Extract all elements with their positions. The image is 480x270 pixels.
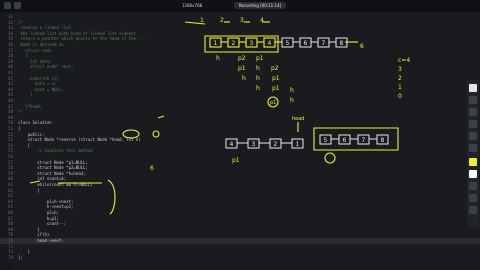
eraser-icon[interactable] [469, 108, 477, 116]
counter-1: 3 [398, 66, 402, 73]
code-annotations: 6 [29, 115, 165, 215]
label-h5: h [256, 85, 260, 92]
arrow-tool-icon[interactable] [469, 132, 477, 140]
label-p1e: p1 [270, 100, 276, 106]
p2-circle [324, 152, 336, 164]
label-p1c: p1 [272, 75, 280, 82]
settings-icon[interactable] [469, 182, 477, 190]
top-node-5-value: 5 [286, 40, 290, 47]
color-swatch-yellow[interactable] [469, 158, 477, 166]
undo-stroke-icon[interactable] [469, 194, 477, 202]
k-circle [152, 130, 160, 138]
counter-0: c=4 [398, 57, 410, 64]
top-node-8-value: 8 [340, 40, 344, 47]
top-node-4-value: 4 [268, 40, 272, 47]
counter-2: 2 [398, 75, 402, 82]
mid-node-1-value: 1 [296, 141, 300, 148]
mid-node-3-value: 3 [252, 141, 256, 148]
top-tail-label: 6 [360, 43, 364, 50]
pointer-labels: h p2 p1 p1 h p2 h h p1 h p1 p1 h h [216, 55, 294, 108]
top-num-1: 1 [200, 17, 204, 24]
label-p2b: p2 [271, 65, 279, 72]
top-num-2: 2 [220, 17, 224, 24]
mid-right-node-7-value: 7 [362, 137, 366, 144]
while-arrow [29, 180, 41, 184]
top-node-3-value: 3 [250, 40, 254, 47]
counter-3: 1 [398, 84, 402, 91]
label-h2: h [256, 65, 260, 72]
mark-5 [157, 115, 165, 119]
label-p1d: p1 [272, 85, 280, 92]
drawing-toolbar [467, 80, 479, 228]
line-tool-icon[interactable] [469, 120, 477, 128]
label-h4: h [256, 75, 260, 82]
head-label: head [292, 116, 304, 122]
label-h3: h [242, 75, 246, 82]
mid-node-2-value: 2 [274, 141, 278, 148]
head-circle [122, 129, 140, 139]
mid-right-node-8-value: 8 [381, 137, 385, 144]
top-node-2-value: 2 [232, 40, 236, 47]
close-icon[interactable] [469, 206, 477, 214]
label-p2: p2 [238, 55, 246, 62]
label-h6: h [290, 87, 294, 94]
top-list: 1 2 3 4 5 6 7 8 1 2 3 4 6 [184, 17, 364, 53]
mark-k: 6 [150, 165, 154, 172]
highlighter-icon[interactable] [469, 96, 477, 104]
top-num-3: 3 [240, 17, 244, 24]
label-h7: h [290, 97, 294, 104]
mid-right-node-5-value: 5 [324, 137, 328, 144]
top-node-7-value: 7 [322, 40, 326, 47]
label-p1a: p1 [256, 55, 264, 62]
annotation-layer: 6 1 2 3 4 5 6 7 8 1 2 3 4 6 h p2 p1 p1 h p2 h h p1 h… [29, 17, 410, 215]
label-p1f: p1 [232, 157, 240, 164]
color-swatch-white[interactable] [469, 170, 477, 178]
top-node-6-value: 6 [304, 40, 308, 47]
mid-node-4-value: 4 [230, 141, 234, 148]
top-num-4: 4 [260, 17, 264, 24]
shape-tool-icon[interactable] [469, 144, 477, 152]
mid-right-node-6-value: 6 [343, 137, 347, 144]
loop-brace [107, 179, 116, 215]
pen-tool-icon[interactable] [469, 84, 477, 92]
label-p1b: p1 [238, 65, 246, 72]
top-node-1-value: 1 [214, 40, 218, 47]
counter-4: 0 [398, 93, 402, 100]
counter-list: c=4 3 2 1 0 [398, 57, 410, 100]
label-h1: h [216, 55, 220, 62]
mid-list: 4 3 2 1 5 6 7 8 head p1 [225, 116, 399, 164]
